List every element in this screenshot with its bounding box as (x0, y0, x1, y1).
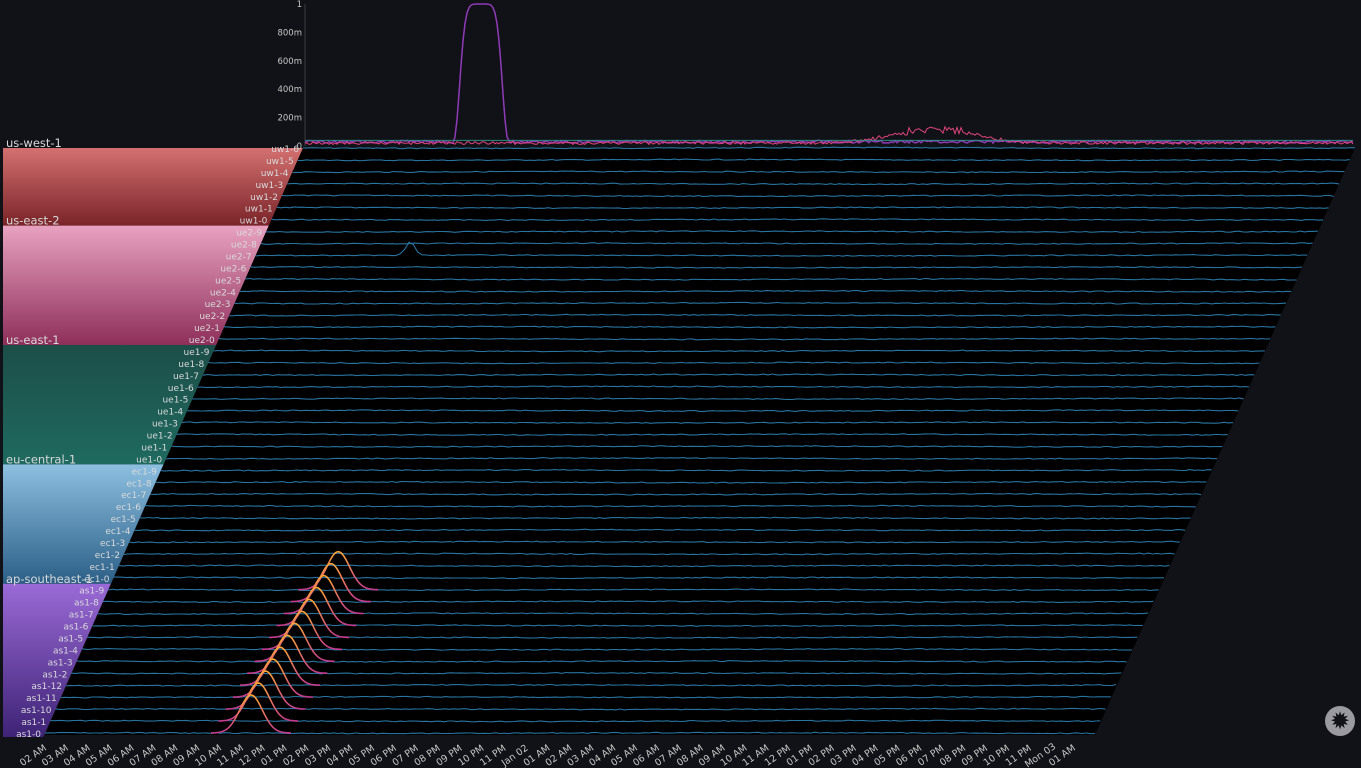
series-label: ec1-3 (100, 539, 125, 549)
series-label: uw1-6 (271, 145, 299, 155)
series-label: ue1-0 (136, 455, 162, 465)
series-label: uw1-3 (255, 181, 283, 191)
series-label: ec1-2 (95, 551, 120, 561)
y-tick-label: 600m (277, 57, 302, 67)
series-label: ue2-9 (236, 229, 262, 239)
gear-icon: ✹ (1329, 707, 1351, 735)
region-label: us-east-2 (6, 214, 60, 228)
series-label: ue2-1 (194, 324, 220, 334)
series-label: as1-0 (16, 730, 41, 740)
series-label: uw1-0 (240, 217, 268, 227)
series-label: uw1-5 (266, 157, 294, 167)
series-label: as1-1 (21, 718, 46, 728)
series-label: ec1-0 (84, 575, 109, 585)
series-label: ue2-6 (220, 264, 246, 274)
series-label: ue1-7 (173, 372, 199, 382)
y-tick-label: 400m (277, 85, 302, 95)
series-label: ue2-3 (205, 300, 231, 310)
series-label: as1-6 (63, 623, 88, 633)
region-label: us-east-1 (6, 333, 60, 347)
series-label: ue1-6 (168, 384, 194, 394)
series-label: ue2-7 (226, 252, 252, 262)
series-label: uw1-2 (250, 193, 278, 203)
series-label: ue1-4 (157, 408, 183, 418)
settings-button[interactable]: ✹ (1325, 706, 1355, 736)
series-label: as1-8 (74, 599, 99, 609)
x-axis: 02 AM03 AM04 AM05 AM06 AM07 AM08 AM09 AM… (18, 741, 1078, 768)
series-label: as1-7 (69, 611, 94, 621)
top-spike-line (304, 3, 1354, 145)
top-panel: 0200m400m600m800m1 (277, 0, 1354, 152)
ridgeline-chart: 0200m400m600m800m1 us-west-1us-east-2us-… (3, 0, 1356, 768)
region-label: us-west-1 (6, 136, 62, 150)
y-tick-label: 800m (277, 28, 302, 38)
series-label: ue1-5 (162, 396, 188, 406)
series-label: uw1-1 (245, 205, 273, 215)
series-label: ec1-9 (132, 467, 157, 477)
region-label: ap-southeast-1 (6, 572, 93, 586)
series-label: ue2-2 (199, 312, 225, 322)
series-label: as1-4 (53, 646, 78, 656)
series-label: as1-3 (48, 658, 73, 668)
series-label: ue2-4 (210, 288, 236, 298)
series-label: as1-5 (58, 634, 83, 644)
series-label: ue2-0 (189, 336, 215, 346)
series-label: ue1-3 (152, 420, 178, 430)
series-label: as1-2 (42, 670, 67, 680)
series-label: ec1-5 (111, 515, 136, 525)
series-label: ec1-8 (126, 479, 151, 489)
series-label: ue2-5 (215, 276, 241, 286)
series-label: ec1-7 (121, 491, 146, 501)
series-label: as1-9 (79, 587, 104, 597)
series-label: ec1-6 (116, 503, 141, 513)
series-label: ue1-9 (184, 348, 210, 358)
series-label: as1-12 (31, 682, 62, 692)
y-tick-label: 200m (277, 114, 302, 124)
series-label: ec1-1 (90, 563, 115, 573)
series-label: uw1-4 (261, 169, 289, 179)
region-label: eu-central-1 (6, 452, 76, 466)
series-label: as1-11 (26, 694, 57, 704)
series-label: ue2-8 (231, 241, 257, 251)
series-label: ue1-8 (178, 360, 204, 370)
series-label: ue1-1 (141, 443, 167, 453)
y-tick-label: 1 (297, 0, 302, 10)
series-label: as1-10 (21, 706, 52, 716)
series-label: ue1-2 (147, 432, 173, 442)
series-label: ec1-4 (105, 527, 130, 537)
